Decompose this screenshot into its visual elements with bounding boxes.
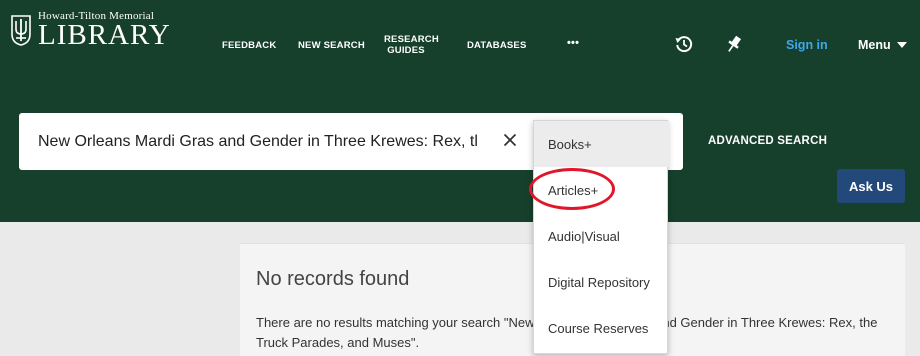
sign-in-link[interactable]: Sign in xyxy=(786,38,828,52)
nav-new-search[interactable]: NEW SEARCH xyxy=(298,40,365,51)
scope-option-digital-repository[interactable]: Digital Repository xyxy=(534,259,669,305)
search-scope-dropdown: Books+ Articles+ Audio|Visual Digital Re… xyxy=(533,120,669,354)
scope-option-books[interactable]: Books+ xyxy=(534,121,669,167)
menu-label: Menu xyxy=(858,38,891,52)
clear-search-icon[interactable] xyxy=(499,129,521,151)
advanced-search-link[interactable]: ADVANCED SEARCH xyxy=(708,135,827,147)
nav-databases[interactable]: DATABASES xyxy=(467,40,527,51)
pin-icon[interactable] xyxy=(722,32,746,56)
search-input[interactable]: New Orleans Mardi Gras and Gender in Thr… xyxy=(38,113,491,170)
logo-title: LIBRARY xyxy=(38,19,171,51)
scope-option-course-reserves[interactable]: Course Reserves xyxy=(534,305,669,351)
history-icon[interactable] xyxy=(672,32,696,56)
scope-option-audio-visual[interactable]: Audio|Visual xyxy=(534,213,669,259)
scope-option-articles[interactable]: Articles+ xyxy=(534,167,669,213)
results-title: No records found xyxy=(256,268,410,290)
nav-more[interactable]: ••• xyxy=(567,38,579,49)
nav-research-guides[interactable]: RESEARCH GUIDES xyxy=(384,34,439,56)
menu-button[interactable]: Menu xyxy=(858,38,907,52)
library-logo[interactable]: Howard-Tilton Memorial LIBRARY xyxy=(10,10,171,51)
caret-down-icon xyxy=(896,42,907,48)
ask-us-button[interactable]: Ask Us xyxy=(837,169,905,203)
nav-feedback[interactable]: FEEDBACK xyxy=(222,40,276,51)
tulane-emblem-icon xyxy=(11,15,31,46)
